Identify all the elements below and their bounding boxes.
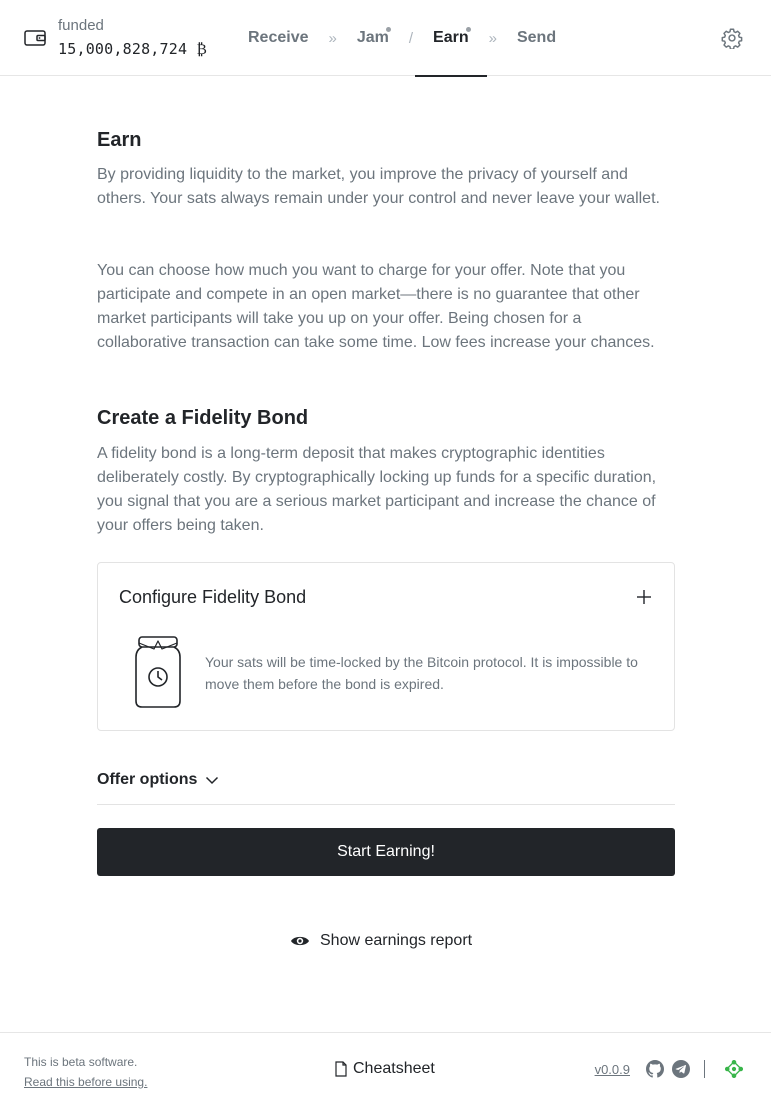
nav-earn[interactable]: Earn — [415, 0, 487, 77]
nav-earn-label: Earn — [433, 29, 469, 46]
nav-separator: » — [328, 29, 337, 47]
chevron-down-icon — [206, 776, 219, 785]
cheatsheet-button[interactable]: Cheatsheet — [335, 1060, 435, 1078]
nav-earn-status-dot — [465, 27, 471, 32]
onion-network-icon[interactable] — [725, 1060, 743, 1078]
nav-separator: / — [408, 29, 414, 47]
beta-text: This is beta software. — [24, 1055, 138, 1069]
gear-icon[interactable] — [721, 27, 743, 49]
document-icon — [335, 1061, 347, 1077]
main-nav: Receive » Jam / Earn » Send — [230, 0, 574, 77]
page-title: Earn — [97, 129, 142, 151]
cheatsheet-label: Cheatsheet — [353, 1060, 435, 1077]
wallet-summary[interactable]: funded 15,000,828,724 ₿ — [24, 16, 207, 62]
app-header: funded 15,000,828,724 ₿ Receive » Jam / … — [0, 0, 771, 77]
nav-jam[interactable]: Jam — [339, 0, 407, 76]
nav-jam-status-dot — [385, 27, 391, 32]
show-earnings-report-button[interactable]: Show earnings report — [290, 932, 472, 950]
nav-send[interactable]: Send — [499, 0, 574, 76]
wallet-balance: 15,000,828,724 ₿ — [58, 40, 208, 58]
nav-receive[interactable]: Receive — [230, 0, 327, 76]
wallet-icon — [24, 30, 46, 46]
plus-icon[interactable] — [636, 589, 652, 605]
nav-send-label: Send — [516, 29, 557, 46]
offer-options-toggle[interactable]: Offer options — [97, 769, 675, 805]
nav-separator: » — [488, 29, 497, 47]
nav-receive-label: Receive — [248, 29, 309, 46]
version-link[interactable]: v0.0.9 — [595, 1062, 630, 1077]
footer-divider — [704, 1060, 705, 1078]
earn-fees-paragraph: You can choose how much you want to char… — [97, 262, 655, 351]
beta-notice: This is beta software. Read this before … — [24, 1052, 147, 1092]
fidelity-bond-card-description: Your sats will be time-locked by the Bit… — [205, 654, 638, 692]
footer-links: v0.0.9 — [595, 1060, 743, 1078]
github-icon[interactable] — [646, 1060, 664, 1078]
timelock-jar-icon — [135, 636, 181, 708]
configure-fidelity-bond-title: Configure Fidelity Bond — [119, 587, 307, 607]
telegram-icon[interactable] — [672, 1060, 690, 1078]
configure-fidelity-bond-card[interactable]: Configure Fidelity Bond Your sats will b… — [97, 562, 675, 731]
eye-icon — [291, 936, 309, 946]
beta-read-link[interactable]: Read this before using. — [24, 1072, 147, 1092]
offer-options-label: Offer options — [97, 771, 198, 788]
nav-jam-label: Jam — [356, 29, 389, 46]
fidelity-bond-description: A fidelity bond is a long-term deposit t… — [97, 445, 657, 534]
fidelity-bond-title: Create a Fidelity Bond — [97, 407, 309, 429]
earn-intro-paragraph: By providing liquidity to the market, yo… — [97, 166, 660, 207]
start-earning-button[interactable]: Start Earning! — [97, 828, 675, 876]
wallet-name: funded — [58, 17, 104, 34]
show-earnings-report-label: Show earnings report — [320, 932, 473, 949]
wallet-text: funded 15,000,828,724 ₿ — [58, 16, 207, 62]
app-footer: This is beta software. Read this before … — [0, 1032, 771, 1105]
